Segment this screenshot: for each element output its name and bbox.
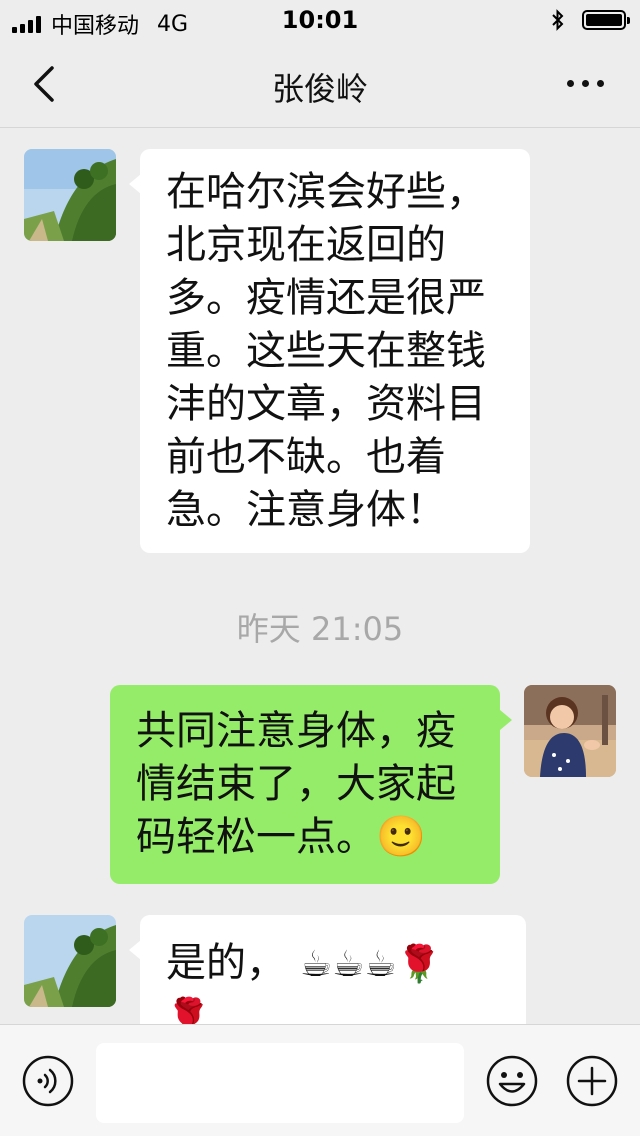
coffee-rose-emoji-icon: ☕☕☕🌹 bbox=[300, 944, 442, 985]
contact-avatar[interactable] bbox=[24, 915, 116, 1007]
chat-header: 张俊岭 bbox=[0, 40, 640, 128]
battery-icon bbox=[582, 10, 630, 30]
message-input[interactable] bbox=[96, 1043, 464, 1123]
message-line: 北京现在返回的 bbox=[166, 222, 446, 268]
message-line: 前也不缺。也着 bbox=[166, 434, 446, 480]
plus-icon[interactable] bbox=[566, 1055, 618, 1107]
status-bar: 中国移动 4G 10:01 bbox=[0, 0, 640, 40]
status-right bbox=[552, 9, 630, 31]
emoji-icon[interactable] bbox=[486, 1055, 538, 1107]
bluetooth-icon bbox=[552, 9, 564, 31]
more-icon[interactable] bbox=[567, 80, 604, 87]
message-line: 多。疫情还是很严 bbox=[166, 275, 486, 321]
status-time: 10:01 bbox=[281, 6, 359, 34]
message-line: 在哈尔滨会好些， bbox=[166, 169, 486, 215]
message-line: 码轻松一点。🙂 bbox=[136, 814, 426, 860]
message-bubble-received[interactable]: 在哈尔滨会好些， 北京现在返回的 多。疫情还是很严 重。这些天在整钱 沣的文章，… bbox=[140, 149, 530, 553]
message-line: 沣的文章，资料目 bbox=[166, 381, 486, 427]
input-bar bbox=[0, 1024, 640, 1136]
smile-emoji-icon: 🙂 bbox=[376, 814, 426, 860]
message-line: 急。注意身体！ bbox=[166, 487, 446, 533]
message-line: 重。这些天在整钱 bbox=[166, 328, 486, 374]
message-line: 情结束了，大家起 bbox=[136, 761, 456, 807]
message-bubble-sent[interactable]: 共同注意身体，疫 情结束了，大家起 码轻松一点。🙂 bbox=[110, 685, 500, 884]
chat-title: 张俊岭 bbox=[271, 70, 368, 108]
contact-avatar[interactable] bbox=[24, 149, 116, 241]
message-line: 共同注意身体，疫 bbox=[136, 708, 456, 754]
message-timestamp: 昨天 21:05 bbox=[236, 610, 404, 648]
my-avatar[interactable] bbox=[524, 685, 616, 777]
voice-icon[interactable] bbox=[22, 1055, 74, 1107]
message-line: 是的， ☕☕☕🌹 bbox=[166, 940, 442, 986]
